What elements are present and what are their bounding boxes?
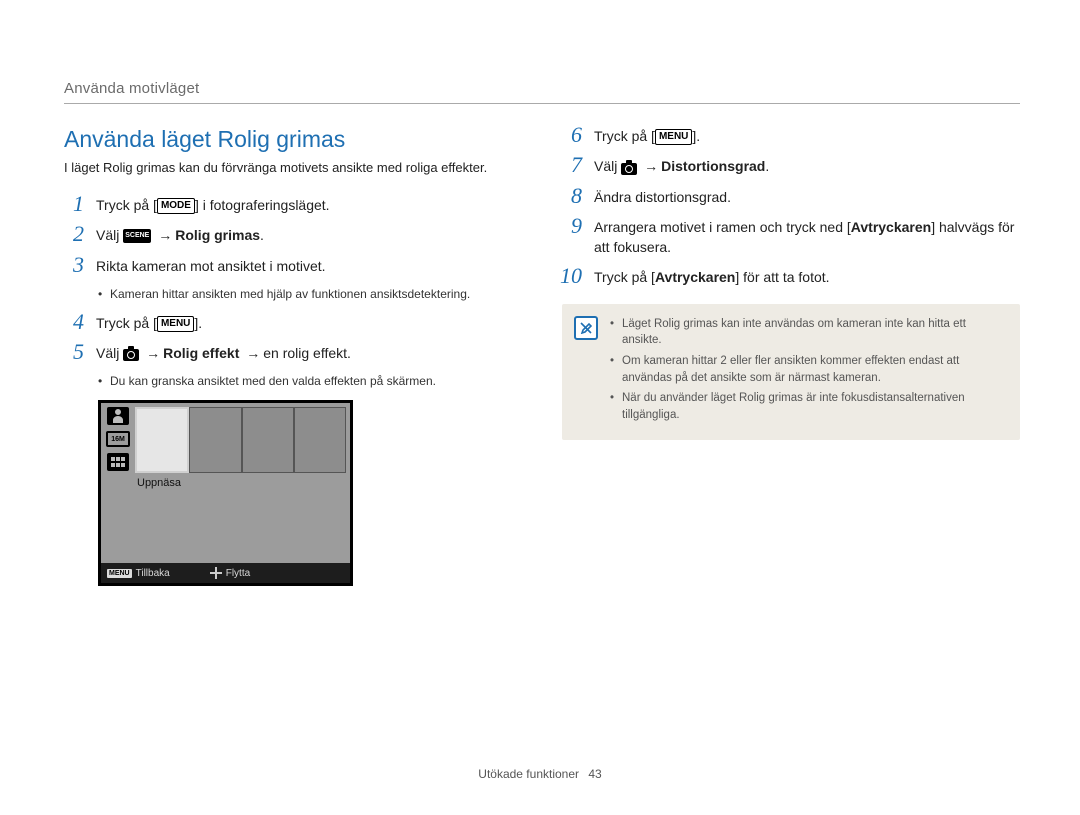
running-header: Använda motivläget bbox=[64, 80, 1020, 97]
step-number: 6 bbox=[562, 124, 582, 146]
step-body: Tryck på [MENU]. bbox=[96, 313, 202, 333]
right-column: 6 Tryck på [MENU]. 7 Välj →Distortionsgrad.… bbox=[562, 126, 1020, 586]
emphasis: Avtryckaren bbox=[851, 219, 931, 235]
step-body: Tryck på [Avtryckaren] för att ta fotot. bbox=[594, 267, 830, 287]
right-steps: 6 Tryck på [MENU]. 7 Välj →Distortionsgrad.… bbox=[562, 126, 1020, 288]
step-number: 9 bbox=[562, 215, 582, 237]
step: 4 Tryck på [MENU]. bbox=[64, 313, 522, 333]
step: 10Tryck på [Avtryckaren] för att ta foto… bbox=[562, 267, 1020, 287]
step: 1 Tryck på [MODE] i fotograferingsläget. bbox=[64, 195, 522, 215]
mode-button-icon: MODE bbox=[157, 198, 195, 214]
step-sub-bullets: Du kan granska ansiktet med den valda ef… bbox=[64, 373, 522, 390]
resolution-icon: 16M bbox=[106, 431, 130, 447]
arrow-icon: → bbox=[644, 158, 658, 174]
note-icon bbox=[574, 316, 598, 340]
selected-effect-label: Uppnäsa bbox=[137, 477, 181, 489]
left-steps: 1 Tryck på [MODE] i fotograferingsläget. 2… bbox=[64, 195, 522, 390]
note-item: När du använder läget Rolig grimas är in… bbox=[610, 390, 1006, 423]
effect-thumbnail-strip bbox=[135, 407, 346, 473]
note-list: Läget Rolig grimas kan inte användas om … bbox=[610, 316, 1006, 424]
camera-icon bbox=[621, 163, 637, 175]
menu-button-icon: MENU bbox=[655, 129, 692, 145]
step: 7 Välj →Distortionsgrad. bbox=[562, 156, 1020, 176]
step: 3 Rikta kameran mot ansiktet i motivet. bbox=[64, 256, 522, 276]
back-hint: MENU Tillbaka bbox=[107, 568, 170, 579]
lcd-bottom-bar: MENU Tillbaka Flytta bbox=[101, 563, 350, 583]
step-sub-bullet: Kameran hittar ansikten med hjälp av fun… bbox=[98, 286, 522, 303]
note-box: Läget Rolig grimas kan inte användas om … bbox=[562, 304, 1020, 440]
note-item: Läget Rolig grimas kan inte användas om … bbox=[610, 316, 1006, 349]
move-label: Flytta bbox=[226, 568, 250, 579]
step-number: 4 bbox=[64, 311, 84, 333]
step: 2 Välj SCENE →Rolig grimas. bbox=[64, 225, 522, 245]
menu-button-icon: MENU bbox=[157, 316, 194, 332]
step-number: 1 bbox=[64, 193, 84, 215]
intro-text: I läget Rolig grimas kan du förvränga mo… bbox=[64, 159, 522, 177]
step-body: Tryck på [MODE] i fotograferingsläget. bbox=[96, 195, 330, 215]
effect-thumbnail bbox=[242, 407, 294, 473]
step-body: Arrangera motivet i ramen och tryck ned … bbox=[594, 217, 1020, 258]
footer-page-number: 43 bbox=[588, 767, 601, 781]
step-number: 7 bbox=[562, 154, 582, 176]
camera-icon bbox=[123, 349, 139, 361]
emphasis: Avtryckaren bbox=[655, 269, 735, 285]
step-number: 8 bbox=[562, 185, 582, 207]
dpad-icon bbox=[210, 567, 222, 579]
step: 9 Arrangera motivet i ramen och tryck ned… bbox=[562, 217, 1020, 258]
header-divider bbox=[64, 103, 1020, 104]
step-body: Tryck på [MENU]. bbox=[594, 126, 700, 146]
page-footer: Utökade funktioner 43 bbox=[0, 767, 1080, 781]
footer-label: Utökade funktioner bbox=[478, 767, 579, 781]
step-number: 3 bbox=[64, 254, 84, 276]
lcd-left-icon-strip: 16M bbox=[103, 407, 133, 471]
step-number: 5 bbox=[64, 341, 84, 363]
scene-mode-icon: SCENE bbox=[123, 229, 151, 243]
step-body: Rikta kameran mot ansiktet i motivet. bbox=[96, 256, 326, 276]
step-body: Ändra distortionsgrad. bbox=[594, 187, 731, 207]
step: 6 Tryck på [MENU]. bbox=[562, 126, 1020, 146]
two-column-layout: Använda läget Rolig grimas I läget Rolig… bbox=[64, 126, 1020, 586]
quality-icon bbox=[107, 453, 129, 471]
person-mode-icon bbox=[107, 407, 129, 425]
page-title: Använda läget Rolig grimas bbox=[64, 126, 522, 153]
emphasis: Rolig effekt bbox=[163, 345, 239, 361]
step-number: 10 bbox=[552, 265, 582, 287]
step: 5 Välj →Rolig effekt →en rolig effekt. bbox=[64, 343, 522, 363]
step-body: Välj →Distortionsgrad. bbox=[594, 156, 769, 176]
arrow-icon: → bbox=[146, 345, 160, 361]
emphasis: Rolig grimas bbox=[175, 227, 260, 243]
step: 8 Ändra distortionsgrad. bbox=[562, 187, 1020, 207]
back-label: Tillbaka bbox=[136, 568, 170, 579]
note-item: Om kameran hittar 2 eller fler ansikten … bbox=[610, 353, 1006, 386]
step-sub-bullet: Du kan granska ansiktet med den valda ef… bbox=[98, 373, 522, 390]
menu-chip-icon: MENU bbox=[107, 569, 132, 578]
arrow-icon: → bbox=[158, 227, 172, 243]
effect-thumbnail bbox=[189, 407, 241, 473]
effect-thumbnail-selected bbox=[135, 407, 189, 473]
effect-thumbnail bbox=[294, 407, 346, 473]
left-column: Använda läget Rolig grimas I läget Rolig… bbox=[64, 126, 522, 586]
manual-page: Använda motivläget Använda läget Rolig g… bbox=[0, 0, 1080, 815]
step-sub-bullets: Kameran hittar ansikten med hjälp av fun… bbox=[64, 286, 522, 303]
arrow-icon: → bbox=[246, 345, 260, 361]
camera-screenshot: 16M Uppnäsa MENU Tillbaka bbox=[98, 400, 353, 586]
emphasis: Distortionsgrad bbox=[661, 158, 765, 174]
step-number: 2 bbox=[64, 223, 84, 245]
move-hint: Flytta bbox=[210, 567, 250, 579]
step-body: Välj SCENE →Rolig grimas. bbox=[96, 225, 264, 245]
step-body: Välj →Rolig effekt →en rolig effekt. bbox=[96, 343, 351, 363]
